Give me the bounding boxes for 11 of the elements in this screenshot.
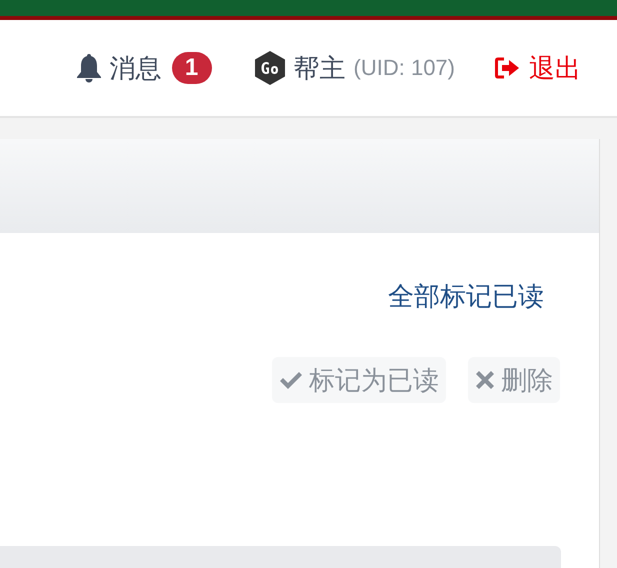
go-hexagon-icon (254, 50, 286, 86)
user-id-label: (UID: 107) (354, 57, 455, 79)
close-icon (475, 370, 495, 390)
checkmark-icon (279, 370, 303, 390)
mark-all-read-link[interactable]: 全部标记已读 (388, 283, 544, 309)
messages-link[interactable]: 消息 (110, 55, 162, 81)
logout-icon (495, 57, 521, 79)
logout-link[interactable]: 退出 (495, 55, 581, 81)
message-count-badge: 1 (172, 52, 212, 84)
username-link[interactable]: 帮主 (294, 55, 346, 81)
bell-icon (76, 53, 102, 83)
